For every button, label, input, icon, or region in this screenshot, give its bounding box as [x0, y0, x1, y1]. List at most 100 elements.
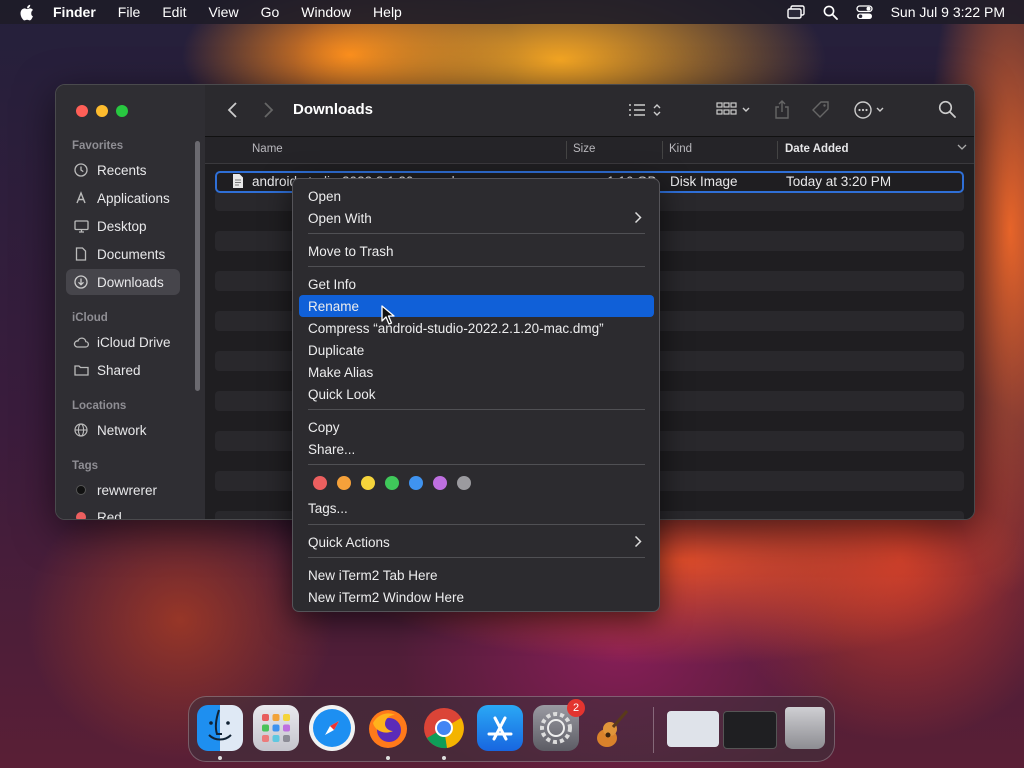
more-actions-icon[interactable]: [853, 100, 889, 123]
tag-icon[interactable]: [811, 100, 831, 123]
sidebar: Favorites Recents Applications Desktop D…: [56, 85, 205, 519]
toolbar: Downloads: [205, 85, 974, 137]
sidebar-item-desktop[interactable]: Desktop: [66, 213, 180, 239]
menu-item-tags[interactable]: Tags...: [299, 497, 654, 519]
dock-trash-icon[interactable]: [785, 707, 825, 749]
dock-garageband-icon[interactable]: [589, 705, 635, 751]
download-icon: [73, 275, 89, 289]
tag-color-yellow[interactable]: [361, 476, 375, 490]
sort-chevron-icon[interactable]: [957, 142, 967, 155]
menu-item-copy[interactable]: Copy: [299, 416, 654, 438]
tag-color-blue[interactable]: [409, 476, 423, 490]
close-button[interactable]: [76, 105, 88, 117]
sidebar-item-label: rewwrerer: [97, 482, 158, 498]
sidebar-item-downloads[interactable]: Downloads: [66, 269, 180, 295]
dock-minimized-window-thumbnail[interactable]: [723, 711, 777, 749]
cloud-icon: [73, 337, 89, 348]
sidebar-section-icloud: iCloud: [72, 312, 108, 324]
dock-minimized-window-thumbnail[interactable]: [667, 711, 719, 747]
back-button[interactable]: [227, 101, 239, 122]
tag-color-orange[interactable]: [337, 476, 351, 490]
forward-button[interactable]: [262, 101, 274, 122]
menu-item-share[interactable]: Share...: [299, 438, 654, 460]
sidebar-item-label: Downloads: [97, 274, 164, 290]
dock-firefox-icon[interactable]: [365, 705, 411, 751]
menu-file[interactable]: File: [118, 4, 141, 20]
sidebar-item-icloud-drive[interactable]: iCloud Drive: [66, 329, 180, 355]
menu-edit[interactable]: Edit: [162, 4, 186, 20]
sidebar-section-favorites: Favorites: [72, 140, 124, 152]
menu-item-label: Open With: [308, 210, 372, 226]
menu-item-duplicate[interactable]: Duplicate: [299, 339, 654, 361]
group-by-icon[interactable]: [715, 100, 753, 123]
sidebar-item-shared[interactable]: Shared: [66, 357, 180, 383]
screen-mirroring-icon[interactable]: [786, 5, 805, 19]
dock-system-settings-icon[interactable]: 2: [533, 699, 585, 751]
dock-chrome-icon[interactable]: [421, 705, 467, 751]
tag-color-purple[interactable]: [433, 476, 447, 490]
menu-item-get-info[interactable]: Get Info: [299, 273, 654, 295]
menu-go[interactable]: Go: [261, 4, 280, 20]
context-menu: Open Open With Move to Trash Get Info Re…: [292, 178, 660, 612]
menu-item-iterm-tab[interactable]: New iTerm2 Tab Here: [299, 564, 654, 586]
column-kind[interactable]: Kind: [669, 143, 692, 155]
column-header: Name Size Kind Date Added: [205, 137, 974, 164]
mouse-cursor-icon: [381, 305, 395, 328]
tag-color-red[interactable]: [313, 476, 327, 490]
tag-color-picker: [313, 476, 471, 490]
menu-item-compress[interactable]: Compress “android-studio-2022.2.1.20-mac…: [299, 317, 654, 339]
file-dmg-icon: [232, 173, 244, 192]
menubar-clock[interactable]: Sun Jul 9 3:22 PM: [891, 4, 1005, 20]
menu-finder[interactable]: Finder: [53, 4, 96, 20]
sidebar-item-label: Applications: [97, 190, 170, 206]
menu-help[interactable]: Help: [373, 4, 402, 20]
menu-window[interactable]: Window: [301, 4, 351, 20]
sidebar-item-network[interactable]: Network: [66, 417, 180, 443]
dock-launchpad-icon[interactable]: [253, 705, 299, 751]
column-name[interactable]: Name: [252, 143, 283, 155]
window-title: Downloads: [293, 101, 374, 118]
sidebar-item-tag-red[interactable]: Red: [66, 504, 180, 519]
column-size[interactable]: Size: [573, 143, 595, 155]
window-controls: [76, 105, 128, 117]
sidebar-item-documents[interactable]: Documents: [66, 241, 180, 267]
menu-item-quick-look[interactable]: Quick Look: [299, 383, 654, 405]
sidebar-item-applications[interactable]: Applications: [66, 185, 180, 211]
column-date-added[interactable]: Date Added: [785, 143, 848, 155]
desktop-icon: [73, 219, 89, 233]
dock-app-store-icon[interactable]: [477, 705, 523, 751]
zoom-button[interactable]: [116, 105, 128, 117]
menu-item-make-alias[interactable]: Make Alias: [299, 361, 654, 383]
menu-item-move-to-trash[interactable]: Move to Trash: [299, 240, 654, 262]
spotlight-search-icon[interactable]: [823, 5, 838, 20]
menu-item-quick-actions[interactable]: Quick Actions: [299, 531, 654, 553]
file-kind: Disk Image: [670, 174, 738, 189]
file-date-added: Today at 3:20 PM: [786, 174, 892, 189]
sidebar-item-tag[interactable]: rewwrerer: [66, 477, 180, 503]
sidebar-item-recents[interactable]: Recents: [66, 157, 180, 183]
dock: 2: [188, 696, 835, 762]
sidebar-scrollbar[interactable]: [195, 141, 200, 391]
menu-item-label: Quick Actions: [308, 534, 390, 550]
menu-item-rename[interactable]: Rename: [299, 295, 654, 317]
menu-bar: Finder File Edit View Go Window Help Sun…: [0, 0, 1024, 24]
dock-safari-icon[interactable]: [309, 705, 355, 751]
tag-color-gray[interactable]: [457, 476, 471, 490]
menu-view[interactable]: View: [208, 4, 238, 20]
menu-item-open[interactable]: Open: [299, 185, 654, 207]
dock-finder-icon[interactable]: [197, 705, 243, 751]
sidebar-item-label: Network: [97, 422, 147, 438]
menu-item-iterm-window[interactable]: New iTerm2 Window Here: [299, 586, 654, 608]
minimize-button[interactable]: [96, 105, 108, 117]
tag-color-green[interactable]: [385, 476, 399, 490]
chevron-right-icon: [634, 211, 642, 227]
share-icon[interactable]: [773, 100, 791, 123]
menu-item-open-with[interactable]: Open With: [299, 207, 654, 229]
control-center-icon[interactable]: [855, 4, 873, 20]
list-view-icon[interactable]: [626, 100, 664, 123]
sidebar-item-label: Recents: [97, 162, 147, 178]
apple-menu-icon[interactable]: [17, 3, 35, 21]
sidebar-section-tags: Tags: [72, 460, 98, 472]
tag-dot-icon: [73, 512, 89, 519]
search-icon[interactable]: [938, 100, 956, 121]
